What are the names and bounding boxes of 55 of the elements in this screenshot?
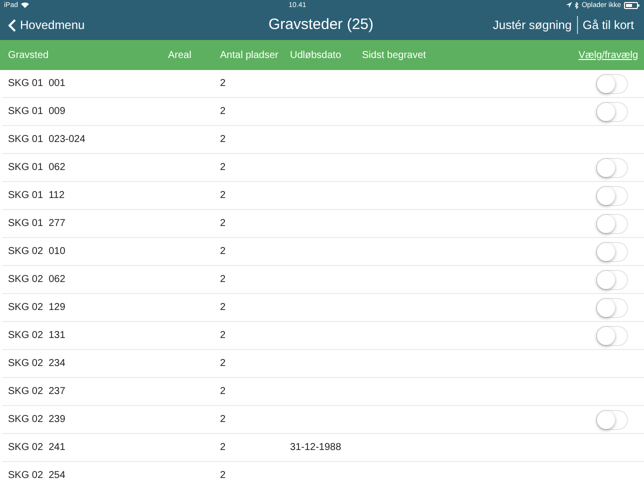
location-icon xyxy=(566,2,572,8)
table-cell-text: SKG 02 237 xyxy=(8,385,66,399)
table-cell-text: SKG 01 062 xyxy=(8,161,66,175)
table-cell-text: 31-12-1988 xyxy=(290,441,342,455)
column-header: Antal pladser xyxy=(220,48,280,62)
toggle-switch[interactable] xyxy=(596,270,628,290)
table-cell-text: 2 xyxy=(220,357,227,371)
toggle-switch[interactable] xyxy=(596,214,628,234)
table-cell-text: SKG 01 009 xyxy=(8,105,66,119)
table-cell-text: SKG 02 254 xyxy=(8,469,66,482)
column-header: Gravsted xyxy=(8,48,50,62)
table-cell-text: SKG 02 129 xyxy=(8,301,66,315)
toggle-switch[interactable] xyxy=(596,102,628,122)
battery-icon xyxy=(624,2,640,8)
table-cell-text: SKG 02 010 xyxy=(8,245,66,259)
nav-action[interactable]: Gå til kort xyxy=(576,16,634,34)
table-cell-text: SKG 01 023-024 xyxy=(8,133,86,147)
table-cell-text: SKG 01 277 xyxy=(8,217,66,231)
table-cell-text: 2 xyxy=(220,385,227,399)
back-button[interactable]: Hovedmenu xyxy=(8,16,158,34)
table-cell-text: 2 xyxy=(220,273,227,287)
page-title: Gravsteder (25) xyxy=(268,14,374,35)
toggle-switch[interactable] xyxy=(596,74,628,94)
table-cell-text: 2 xyxy=(220,301,227,315)
toggle-switch[interactable] xyxy=(596,298,628,318)
wifi-icon xyxy=(21,2,30,8)
table-cell-text: 2 xyxy=(220,105,227,119)
column-header: Areal xyxy=(168,48,192,62)
bluetooth-icon xyxy=(574,2,579,8)
table-cell-text: 2 xyxy=(220,217,227,231)
toggle-switch[interactable] xyxy=(596,326,628,346)
table-cell-text: SKG 01 001 xyxy=(8,77,66,91)
table-cell-text: SKG 02 062 xyxy=(8,273,66,287)
table-cell-text: SKG 02 239 xyxy=(8,413,66,427)
toggle-switch[interactable] xyxy=(596,242,628,262)
table-cell-text: 2 xyxy=(220,245,227,259)
column-header: Sidst begravet xyxy=(362,48,427,62)
table-cell-text: 2 xyxy=(220,161,227,175)
table-cell-text: 2 xyxy=(220,441,227,455)
table-cell-text: 2 xyxy=(220,77,227,91)
table-cell-text: SKG 02 234 xyxy=(8,357,66,371)
nav-action[interactable]: Justér søgning xyxy=(492,16,572,34)
table-cell-text: 2 xyxy=(220,133,227,147)
table-cell-text: 2 xyxy=(220,413,227,427)
table-cell-text: 2 xyxy=(220,329,227,343)
table-cell-text: 2 xyxy=(220,469,227,482)
table-cell-text: 2 xyxy=(220,189,227,203)
table-cell-text: SKG 02 241 xyxy=(8,441,66,455)
toggle-switch[interactable] xyxy=(596,158,628,178)
column-header: Udløbsdato xyxy=(290,48,342,62)
toggle-switch[interactable] xyxy=(596,410,628,430)
chevron-left-icon xyxy=(8,18,16,32)
toggle-switch[interactable] xyxy=(596,186,628,206)
table-cell-text: SKG 01 112 xyxy=(8,189,66,203)
table-cell-text: SKG 02 131 xyxy=(8,329,66,343)
